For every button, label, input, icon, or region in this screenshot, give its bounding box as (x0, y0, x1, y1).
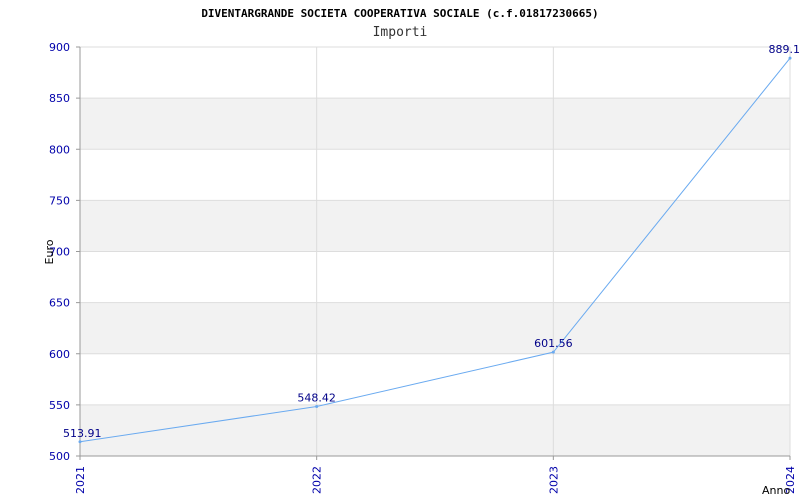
y-tick-label: 850 (49, 92, 70, 105)
data-label: 889.1 (769, 43, 800, 56)
y-tick-label: 750 (49, 194, 70, 207)
y-tick-label: 650 (49, 297, 70, 310)
line-chart: 5005506006507007508008509002021 2022 2023 2… (43, 41, 800, 497)
grid-band (80, 47, 790, 99)
grid-band (80, 200, 790, 252)
data-label: 548.42 (297, 391, 336, 404)
y-tick-label: 600 (49, 348, 70, 361)
x-tick-label: 2022 (311, 466, 324, 494)
y-axis-label: Euro (43, 239, 56, 264)
grid-band (80, 149, 790, 201)
y-tick-label: 550 (49, 399, 70, 412)
y-tick-label: 800 (49, 143, 70, 156)
grid-band (80, 98, 790, 150)
data-point (315, 404, 319, 408)
data-point (551, 350, 555, 354)
data-label: 601.56 (534, 337, 573, 350)
x-tick-label: 2023 (547, 466, 560, 494)
y-tick-label: 500 (49, 450, 70, 463)
x-tick-label: 2021 (74, 466, 87, 494)
data-point (788, 56, 792, 60)
grid-band (80, 302, 790, 354)
data-point (78, 440, 82, 444)
y-tick-label: 900 (49, 41, 70, 54)
x-axis-label: Anno (762, 484, 790, 497)
data-label: 513.91 (63, 427, 102, 440)
grid-band (80, 251, 790, 303)
grid-band (80, 404, 790, 456)
